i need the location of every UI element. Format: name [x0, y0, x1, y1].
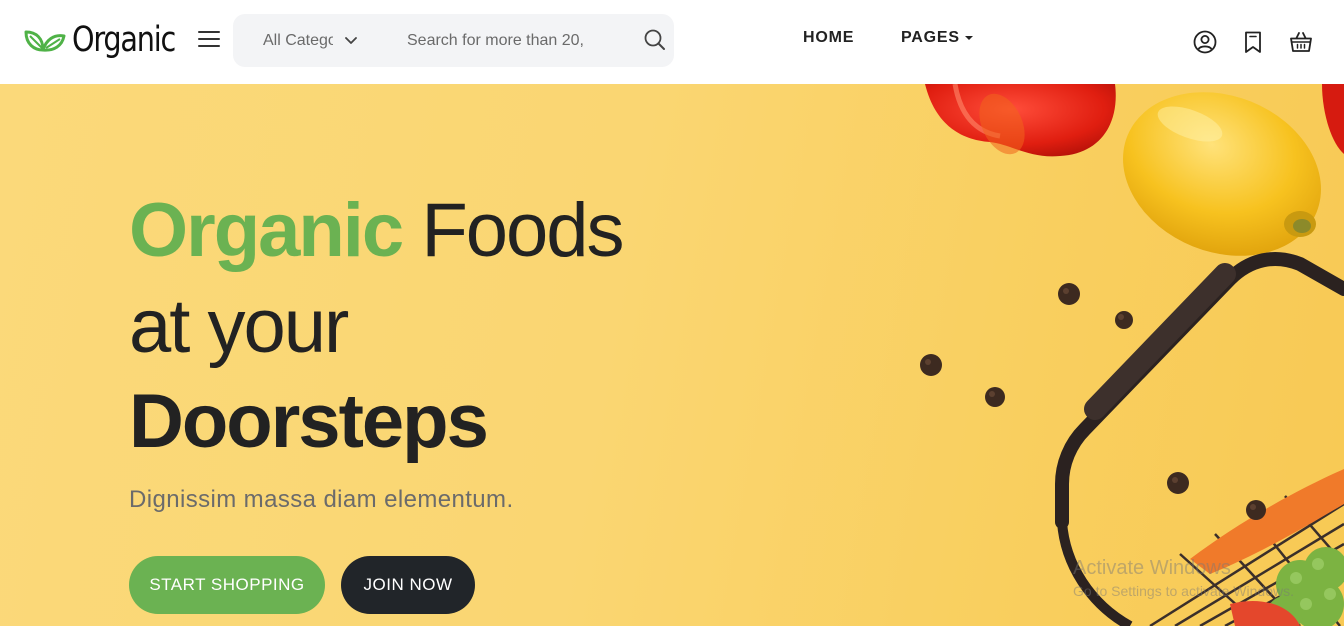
search-icon[interactable]	[643, 28, 667, 52]
category-select[interactable]: All Categories	[263, 14, 357, 67]
category-select-label: All Categories	[263, 31, 333, 49]
logo-text: Organic	[72, 20, 176, 60]
site-header: Organic All Categories HOME PAGES	[0, 0, 1344, 84]
search-input[interactable]	[407, 27, 583, 54]
hero-banner: Organic Foods at your Doorsteps Dignissi…	[0, 84, 1344, 626]
hero-headline-line1: Organic Foods	[129, 186, 749, 276]
caret-down-icon	[964, 36, 973, 40]
join-now-button[interactable]: JOIN NOW	[341, 556, 475, 614]
watermark-title: Activate Windows	[1073, 557, 1231, 579]
start-shopping-button[interactable]: START SHOPPING	[129, 556, 325, 614]
site-logo[interactable]: Organic	[24, 20, 198, 60]
red-pepper-image	[925, 84, 1116, 157]
search-bar: All Categories	[233, 14, 674, 67]
leaf-logo-icon	[24, 30, 66, 52]
watermark-subtitle: Go to Settings to activate Windows.	[1073, 583, 1294, 599]
hero-headline-line2: at your	[129, 284, 349, 369]
hero-headline-line3: Doorsteps	[129, 379, 489, 464]
nav-home-link[interactable]: HOME	[803, 29, 854, 47]
hero-subtitle: Dignissim massa diam elementum.	[129, 486, 514, 513]
hero-headline-highlight: Organic	[129, 188, 404, 273]
bookmark-icon[interactable]	[1240, 29, 1266, 55]
chevron-down-icon	[345, 36, 357, 44]
lemon-image	[1123, 92, 1321, 256]
windows-activation-watermark: Activate Windows Go to Settings to activ…	[1073, 556, 1294, 602]
menu-toggle-icon[interactable]	[198, 31, 220, 49]
nav-pages-dropdown[interactable]: PAGES	[901, 29, 973, 47]
hero-headline-line1-rest: Foods	[402, 188, 624, 273]
cart-icon[interactable]	[1288, 29, 1314, 55]
nav-pages-label: PAGES	[901, 29, 960, 46]
user-icon[interactable]	[1192, 29, 1218, 55]
